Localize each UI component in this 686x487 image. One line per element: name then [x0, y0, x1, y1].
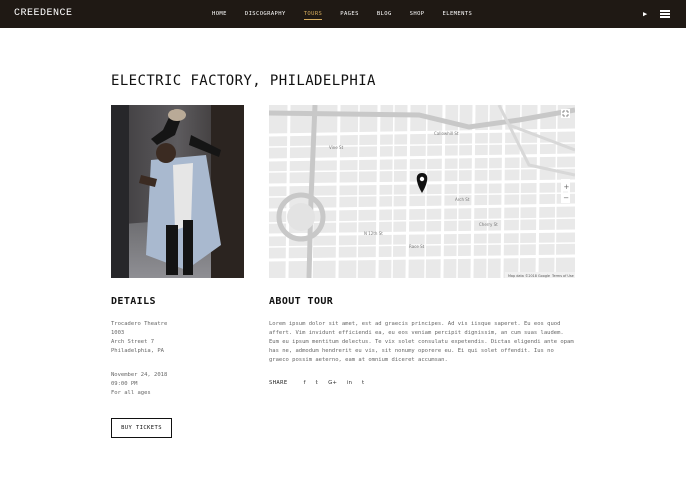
nav-pages[interactable]: PAGES — [340, 10, 359, 20]
zoom-out-icon: − — [563, 194, 569, 202]
hamburger-menu-icon[interactable] — [660, 10, 670, 18]
about-heading: ABOUT TOUR — [269, 296, 334, 307]
nav-blog[interactable]: BLOG — [377, 10, 392, 20]
twitter-icon[interactable]: 𝕥 — [316, 380, 319, 386]
google-plus-icon[interactable]: G+ — [328, 380, 337, 386]
details-heading: DETAILS — [111, 296, 156, 307]
facebook-icon[interactable]: f — [304, 380, 306, 386]
venue-line: 1003 — [111, 330, 125, 336]
venue-line: Philadelphia, PA — [111, 348, 164, 354]
map-label: Cherry St — [479, 222, 498, 227]
venue-line: Arch Street 7 — [111, 339, 155, 345]
nav-tours[interactable]: TOURS — [303, 10, 323, 20]
venue-map[interactable]: Arch St N 12th St Cherry St Race St Vine… — [269, 105, 575, 278]
play-icon[interactable]: ▶ — [643, 10, 647, 18]
event-hour: 09:00 PM — [111, 381, 138, 387]
share-label: SHARE — [269, 380, 288, 386]
map-label: Race St — [409, 244, 425, 249]
top-navigation-bar: CREEDENCE HOME DISCOGRAPHY TOURS PAGES B… — [0, 0, 686, 28]
page-title: ELECTRIC FACTORY, PHILADELPHIA — [111, 73, 376, 89]
map-label: Arch St — [455, 197, 470, 202]
nav-home[interactable]: HOME — [212, 10, 227, 20]
map-terms-link: Terms of Use — [551, 274, 574, 278]
nav-discography[interactable]: DISCOGRAPHY — [245, 10, 286, 20]
tumblr-icon[interactable]: t — [362, 380, 364, 386]
venue-line: Trocadero Theatre — [111, 321, 168, 327]
main-nav: HOME DISCOGRAPHY TOURS PAGES BLOG SHOP E… — [212, 10, 490, 20]
site-logo[interactable]: CREEDENCE — [14, 8, 73, 19]
fullscreen-icon — [561, 109, 570, 118]
event-age: For all ages — [111, 390, 151, 396]
event-date: November 24, 2018 — [111, 372, 168, 378]
map-attribution: Map data ©2018 Google — [508, 274, 550, 278]
nav-elements[interactable]: ELEMENTS — [443, 10, 473, 20]
buy-tickets-button[interactable]: BUY TICKETS — [111, 418, 172, 438]
artist-photo — [111, 105, 244, 278]
about-text: Lorem ipsum dolor sit amet, est ad graec… — [269, 321, 574, 363]
map-label: N 12th St — [364, 231, 383, 236]
venue-address: Trocadero Theatre 1003 Arch Street 7 Phi… — [111, 320, 251, 356]
zoom-in-icon: + — [564, 183, 570, 191]
linkedin-icon[interactable]: in — [347, 380, 352, 386]
event-time: November 24, 2018 09:00 PM For all ages — [111, 371, 251, 398]
share-bar: SHARE f 𝕥 G+ in t — [269, 380, 374, 386]
map-label: Vine St — [329, 145, 344, 150]
map-label: Callowhill St — [434, 131, 459, 136]
nav-shop[interactable]: SHOP — [410, 10, 425, 20]
